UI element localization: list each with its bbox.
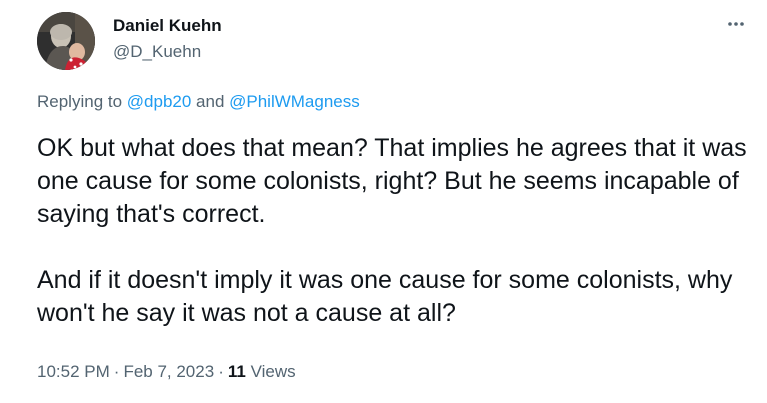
tweet-meta: 10:52 PM · Feb 7, 2023 · 11 Views [37,361,296,383]
author-handle[interactable]: @D_Kuehn [113,41,201,63]
meta-separator: · [218,362,224,381]
more-horizontal-icon [728,22,744,26]
views-count[interactable]: 11 [228,362,246,381]
meta-separator: · [113,362,120,381]
more-options-button[interactable] [722,10,750,38]
replying-to-label: Replying to [37,92,127,111]
tweet-text: OK but what does that mean? That implies… [37,132,752,330]
avatar[interactable] [37,12,95,70]
tweet-date[interactable]: Feb 7, 2023 [123,362,214,381]
replying-to-conjunction: and [191,92,230,111]
author-name[interactable]: Daniel Kuehn [113,15,222,37]
avatar-photo-icon [37,12,95,70]
mention-link-philwmagness[interactable]: @PhilWMagness [229,92,360,111]
tweet-time[interactable]: 10:52 PM [37,362,110,381]
mention-link-dpb20[interactable]: @dpb20 [127,92,192,111]
views-label: Views [245,362,296,381]
tweet-paragraph-2: And if it doesn't imply it was one cause… [37,266,733,327]
tweet-paragraph-1: OK but what does that mean? That implies… [37,134,747,228]
tweet-card: Daniel Kuehn @D_Kuehn Replying to @dpb20… [0,0,767,403]
replying-to-line: Replying to @dpb20 and @PhilWMagness [37,91,360,113]
